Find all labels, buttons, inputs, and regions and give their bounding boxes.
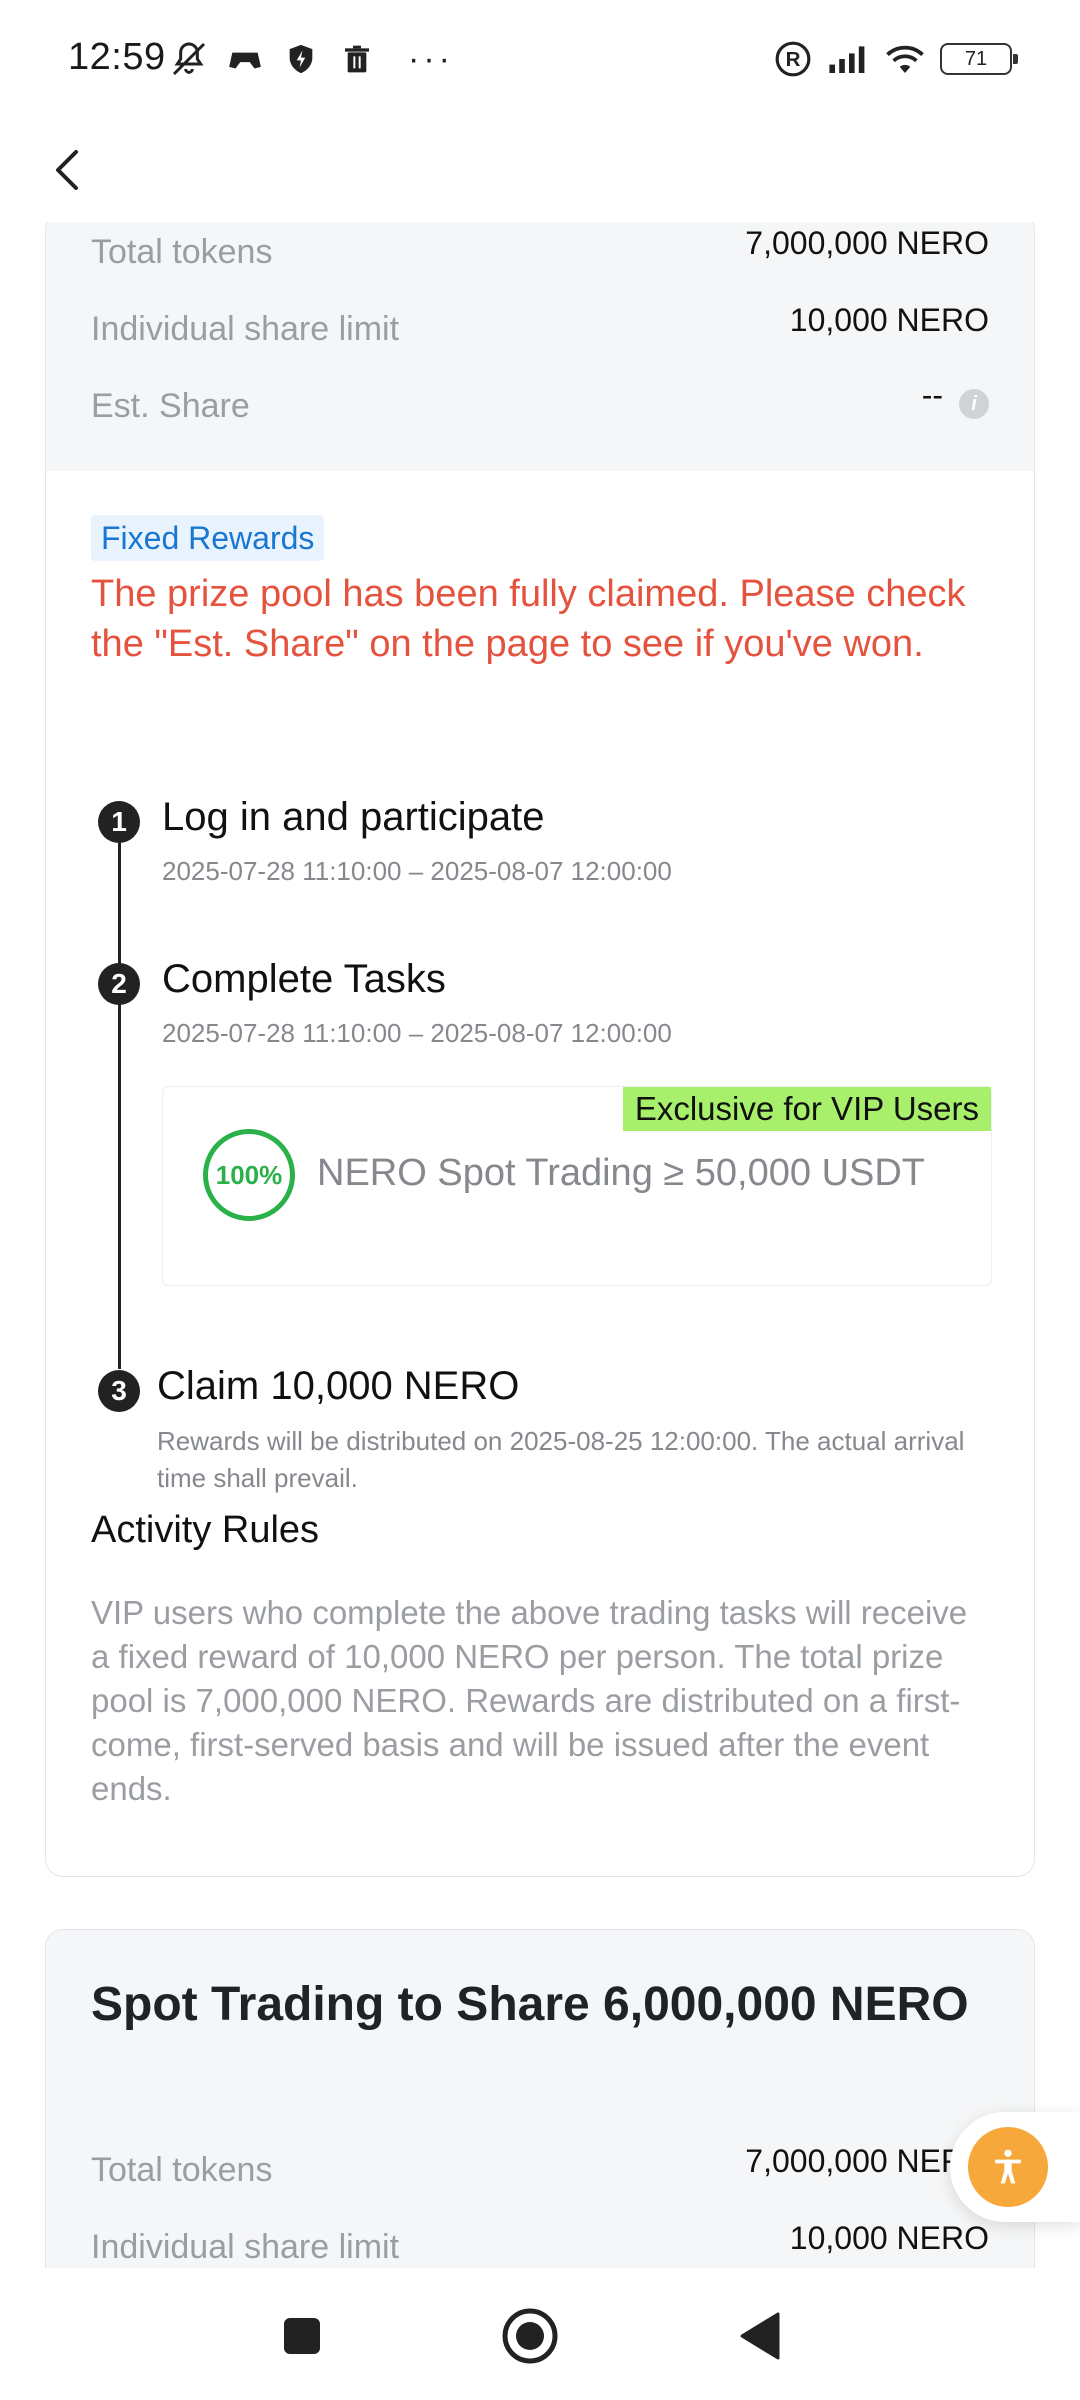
total-tokens-row: Total tokens 7,000,000 NERO	[91, 225, 989, 285]
step-1-badge: 1	[98, 801, 140, 843]
step-3-description: Rewards will be distributed on 2025-08-2…	[157, 1426, 965, 1493]
fixed-rewards-card: Total tokens 7,000,000 NERO Individual s…	[45, 222, 1035, 1877]
navigation-bar	[0, 2268, 1080, 2400]
game-controller-icon	[224, 38, 266, 80]
status-icons-right: R 71	[772, 36, 1018, 82]
share-limit-label: Individual share limit	[91, 310, 400, 348]
activity-rules-title: Activity Rules	[91, 1509, 320, 1551]
square-icon	[284, 2318, 320, 2354]
card2-total-tokens-row: Total tokens 7,000,000 NERO	[91, 2143, 989, 2203]
wifi-icon	[884, 38, 926, 80]
step-3-badge: 3	[98, 1370, 140, 1412]
step-2-time: 2025-07-28 11:10:00 – 2025-08-07 12:00:0…	[162, 1018, 672, 1048]
registered-icon: R	[772, 38, 814, 80]
summary-panel: Total tokens 7,000,000 NERO Individual s…	[46, 222, 1034, 471]
total-tokens-label: Total tokens	[91, 233, 273, 271]
step-3-title: Claim 10,000 NERO	[157, 1364, 520, 1408]
home-button[interactable]	[500, 2306, 560, 2366]
back-nav-button[interactable]	[730, 2306, 790, 2366]
share-limit-value: 10,000 NERO	[789, 302, 989, 338]
header	[0, 120, 1080, 222]
spot-trading-card: Spot Trading to Share 6,000,000 NERO Tot…	[45, 1929, 1035, 2268]
card2-share-limit-label: Individual share limit	[91, 2228, 400, 2266]
steps-timeline	[118, 823, 121, 1369]
status-icons-left: ···	[168, 36, 454, 82]
shield-bolt-icon	[280, 38, 322, 80]
task-description: NERO Spot Trading ≥ 50,000 USDT	[317, 1152, 926, 1194]
recent-apps-button[interactable]	[272, 2306, 332, 2366]
spot-trading-title: Spot Trading to Share 6,000,000 NERO	[91, 1978, 969, 2031]
status-bar: 12:59 ··· R 71	[0, 0, 1080, 120]
battery-icon: 71	[940, 43, 1018, 75]
home-circle-icon	[502, 2308, 558, 2364]
est-share-value: --	[921, 377, 943, 413]
est-share-label: Est. Share	[91, 387, 250, 425]
vip-exclusive-tag: Exclusive for VIP Users	[622, 1087, 991, 1131]
accessibility-fab-container	[950, 2112, 1080, 2222]
accessibility-icon	[995, 2149, 1021, 2184]
back-button[interactable]	[32, 130, 102, 210]
step-2-badge: 2	[98, 963, 140, 1005]
card2-share-limit-row: Individual share limit 10,000 NERO	[91, 2220, 989, 2268]
info-icon[interactable]: i	[959, 389, 989, 419]
task-progress-ring: 100%	[203, 1129, 295, 1221]
step-1-title: Log in and participate	[162, 795, 545, 839]
content-scroll[interactable]: Total tokens 7,000,000 NERO Individual s…	[0, 222, 1080, 2268]
step-1-time: 2025-07-28 11:10:00 – 2025-08-07 12:00:0…	[162, 856, 672, 886]
triangle-back-icon	[740, 2312, 780, 2360]
share-limit-row: Individual share limit 10,000 NERO	[91, 302, 989, 362]
trash-icon	[336, 38, 378, 80]
activity-rules-text: VIP users who complete the above trading…	[91, 1594, 968, 1807]
accessibility-button[interactable]	[968, 2127, 1048, 2207]
signal-icon	[828, 38, 870, 80]
fixed-rewards-tag: Fixed Rewards	[91, 515, 325, 561]
status-time: 12:59	[68, 36, 166, 78]
est-share-row: Est. Share -- i	[91, 377, 989, 439]
card2-share-limit-value: 10,000 NERO	[789, 2220, 989, 2256]
vip-task-card[interactable]: Exclusive for VIP Users 100% NERO Spot T…	[162, 1086, 992, 1286]
total-tokens-value: 7,000,000 NERO	[745, 225, 989, 261]
mute-icon	[168, 38, 210, 80]
svg-text:R: R	[786, 48, 801, 71]
prize-pool-notice: The prize pool has been fully claimed. P…	[91, 573, 966, 665]
card2-total-tokens-label: Total tokens	[91, 2151, 273, 2189]
step-2-title: Complete Tasks	[162, 957, 446, 1001]
more-notifications-icon: ···	[408, 40, 454, 78]
chevron-left-icon	[56, 150, 78, 190]
